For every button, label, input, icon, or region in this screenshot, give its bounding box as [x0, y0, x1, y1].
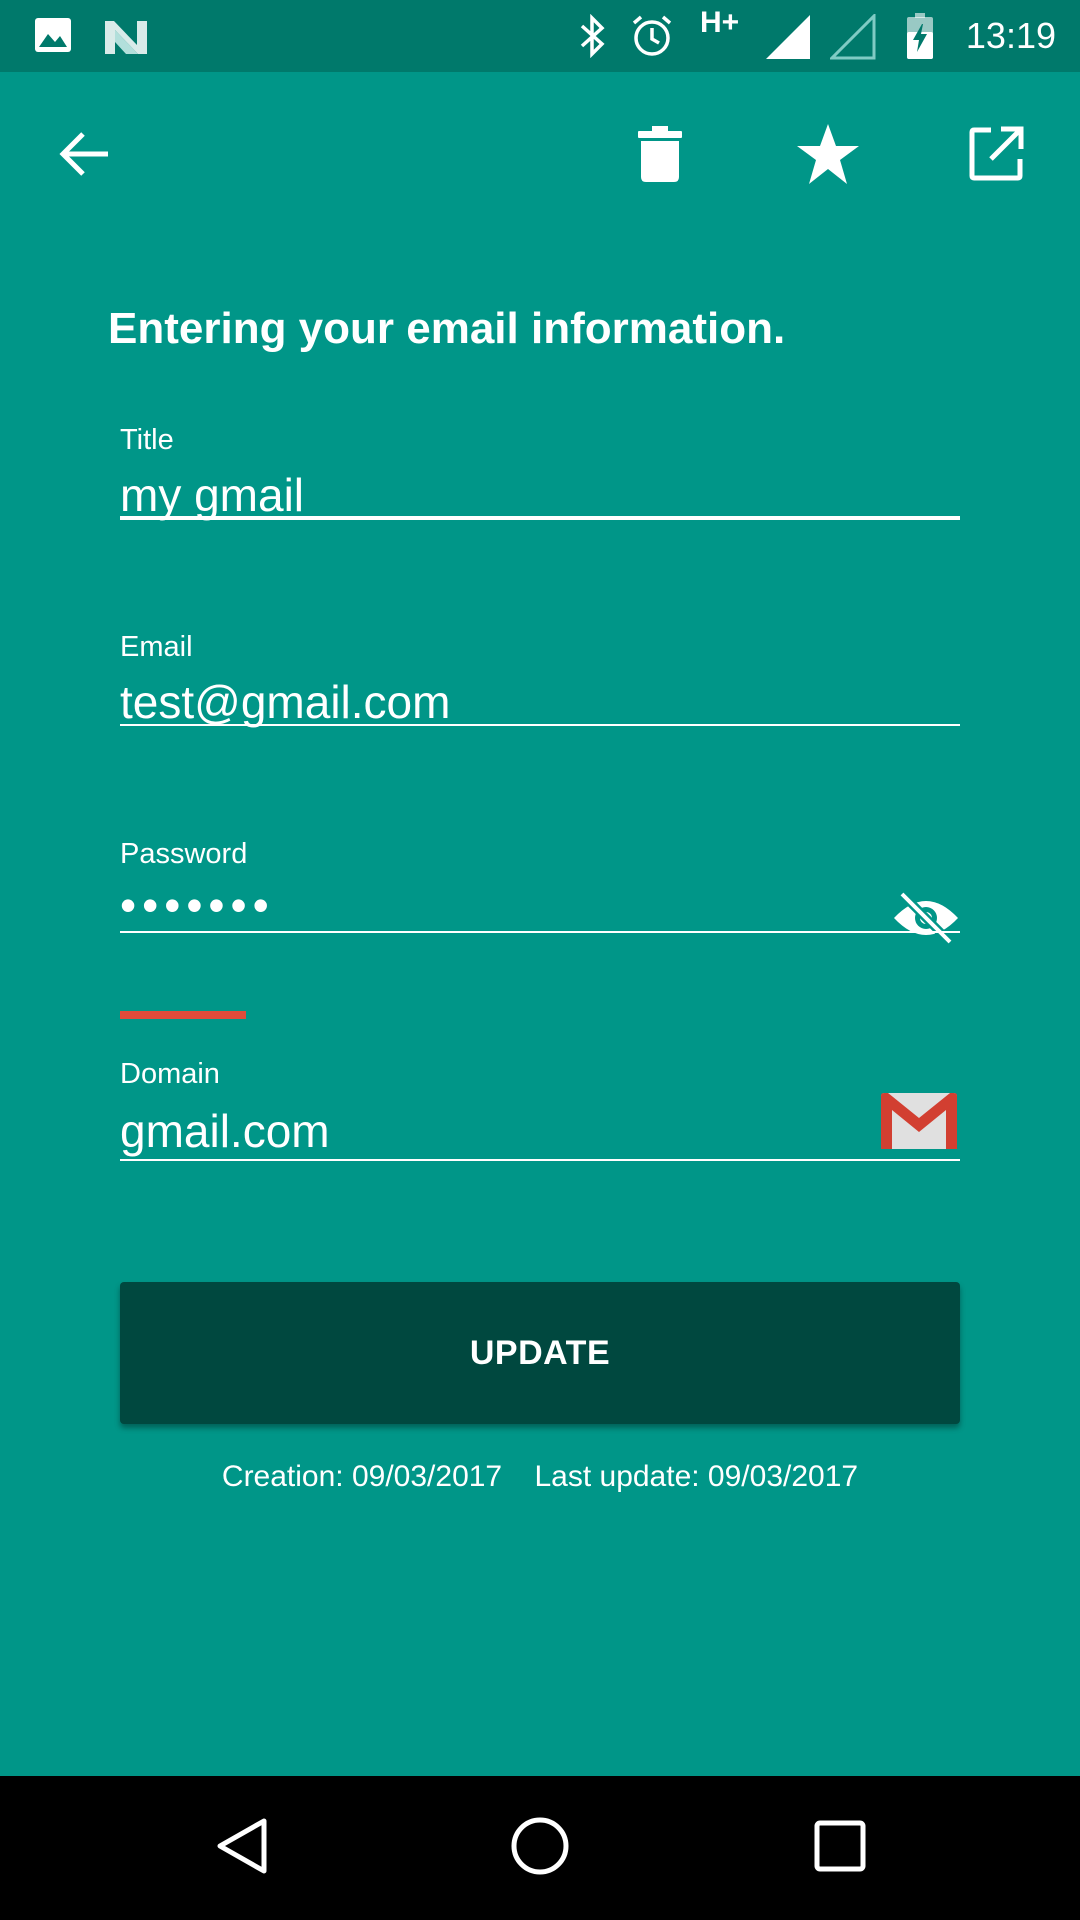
navigation-bar — [0, 1776, 1080, 1920]
battery-charging-icon — [906, 12, 934, 65]
title-field: Title my gmail — [120, 424, 960, 524]
nav-home-button[interactable] — [480, 1800, 600, 1896]
email-underline — [120, 724, 960, 726]
title-input[interactable]: my gmail — [120, 468, 860, 522]
last-update-date: Last update: 09/03/2017 — [534, 1460, 859, 1493]
open-external-icon — [967, 125, 1025, 188]
dates-info: Creation: 09/03/2017 Last update: 09/03/… — [0, 1460, 1080, 1494]
alarm-icon — [630, 14, 674, 63]
update-button[interactable]: UPDATE — [120, 1282, 960, 1424]
nav-back-button[interactable] — [181, 1800, 301, 1896]
bluetooth-icon — [578, 13, 608, 63]
password-strength-indicator — [120, 1011, 246, 1019]
image-notification-icon — [34, 17, 72, 58]
password-field: Password ••••••• — [120, 838, 960, 946]
signal-icon — [766, 14, 812, 65]
email-input[interactable]: test@gmail.com — [120, 675, 860, 729]
favorite-button[interactable] — [780, 108, 876, 204]
title-underline — [120, 516, 960, 520]
domain-field: Domain gmail.com — [120, 1058, 960, 1161]
delete-button[interactable] — [612, 108, 708, 204]
password-underline — [120, 931, 960, 933]
delete-icon — [637, 125, 683, 188]
password-input[interactable]: ••••••• — [120, 878, 860, 932]
signal-empty-icon — [828, 12, 876, 65]
open-external-button[interactable] — [948, 108, 1044, 204]
home-circle-icon — [510, 1816, 570, 1881]
email-label: Email — [120, 631, 193, 663]
gmail-icon — [880, 1092, 958, 1155]
domain-label: Domain — [120, 1058, 220, 1090]
status-bar: H+ 13:19 — [0, 0, 1080, 72]
back-triangle-icon — [214, 1817, 268, 1880]
creation-date: Creation: 09/03/2017 — [221, 1460, 503, 1493]
status-time: 13:19 — [965, 15, 1056, 56]
nav-recents-button[interactable] — [780, 1800, 900, 1896]
page-heading: Entering your email information. — [108, 304, 786, 353]
email-field: Email test@gmail.com — [120, 631, 960, 731]
domain-input[interactable]: gmail.com — [120, 1104, 860, 1158]
password-label: Password — [120, 838, 248, 870]
network-type-label: H+ — [700, 6, 740, 39]
toolbar — [0, 72, 1080, 240]
recents-square-icon — [814, 1820, 866, 1877]
n-notification-icon — [104, 17, 148, 60]
back-button[interactable] — [36, 108, 132, 204]
domain-underline — [120, 1159, 960, 1161]
star-icon — [796, 123, 860, 190]
visibility-off-icon[interactable] — [892, 890, 960, 951]
back-arrow-icon — [58, 131, 110, 182]
title-label: Title — [120, 424, 174, 456]
